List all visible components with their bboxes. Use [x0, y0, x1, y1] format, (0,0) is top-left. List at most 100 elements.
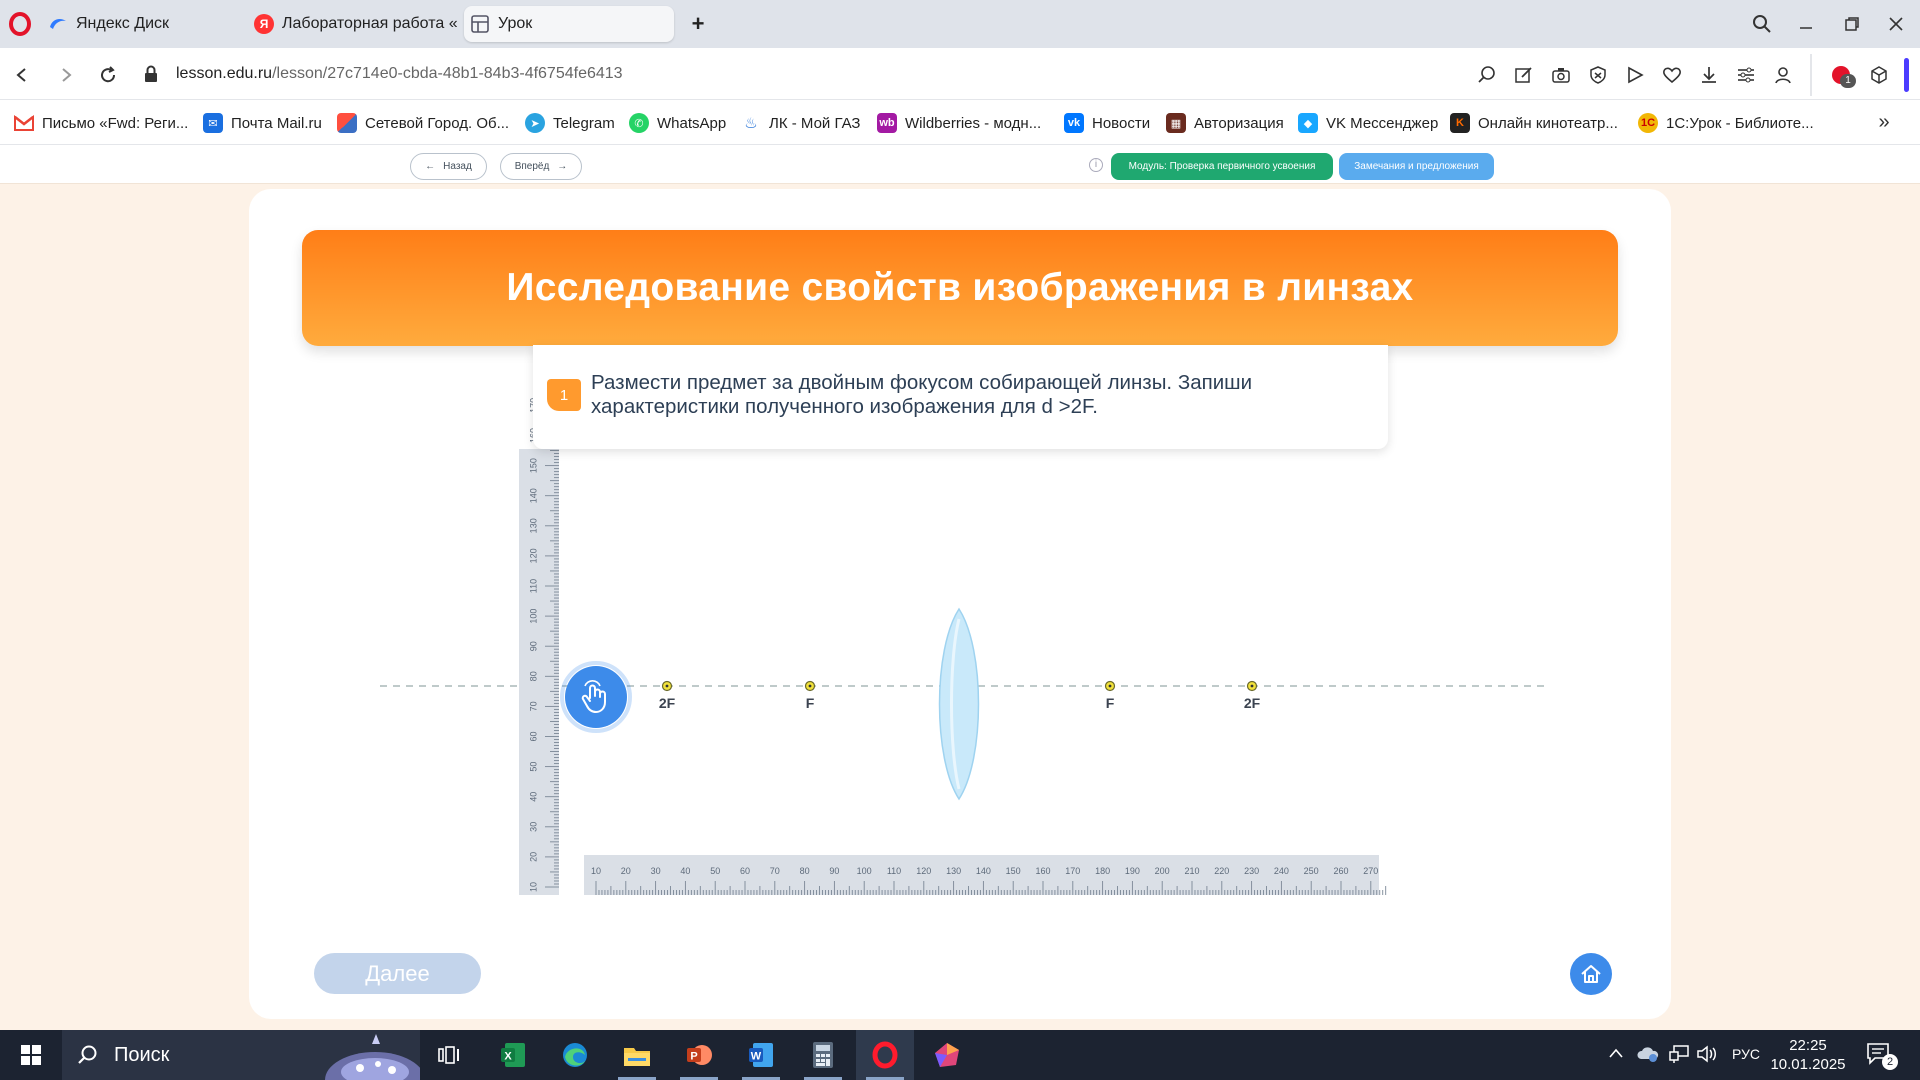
search-highlight-illustration-icon — [325, 1034, 420, 1080]
network-icon[interactable] — [1668, 1044, 1690, 1068]
bookmark-1c-lesson[interactable]: 1С 1С:Урок - Библиоте... — [1638, 111, 1814, 135]
heart-icon[interactable] — [1659, 62, 1685, 88]
bookmark-label: Telegram — [553, 114, 615, 132]
ruler-v-label: 110 — [528, 579, 538, 593]
address-bar: lesson.edu.ru/lesson/27c714e0-cbda-48b1-… — [0, 50, 1920, 100]
arrow-right-icon: → — [557, 161, 568, 172]
search-tabs-icon[interactable] — [1744, 8, 1780, 40]
lock-icon[interactable] — [144, 65, 162, 85]
ruler-h-label: 150 — [1006, 866, 1021, 876]
bookmarks-overflow-icon[interactable]: » — [1872, 111, 1896, 135]
sidebar-toggle[interactable] — [1904, 58, 1909, 92]
back-button[interactable]: ← Назад — [410, 153, 487, 180]
module-badge[interactable]: Модуль: Проверка первичного усвоения — [1111, 153, 1333, 180]
bookmark-kinopoisk[interactable]: K Онлайн кинотеатр... — [1450, 111, 1618, 135]
opera-taskbar-icon[interactable] — [856, 1030, 914, 1080]
bookmark-wildberries[interactable]: wb Wildberries - модн... — [877, 111, 1041, 135]
extensions-cube-icon[interactable] — [1866, 62, 1892, 88]
edit-icon[interactable] — [1511, 62, 1537, 88]
bookmark-whatsapp[interactable]: ✆ WhatsApp — [629, 111, 726, 135]
calculator-icon[interactable] — [794, 1030, 852, 1080]
bookmark-telegram[interactable]: ➤ Telegram — [525, 111, 615, 135]
next-button[interactable]: Далее — [314, 953, 481, 994]
ruler-v-label: 30 — [528, 822, 538, 832]
object-drag-handle[interactable] — [560, 661, 632, 733]
close-window-icon[interactable] — [1878, 8, 1914, 40]
opera-logo-icon[interactable] — [8, 12, 32, 36]
tab-lesson[interactable]: Урок — [464, 6, 674, 42]
edge-icon[interactable] — [546, 1030, 604, 1080]
horizontal-ruler[interactable]: 10 20 30 40 50 60 70 80 90 100 110 120 130 140 150 160 1… — [584, 855, 1387, 895]
easy-setup-icon[interactable] — [1733, 62, 1759, 88]
forward-button[interactable]: Вперёд → — [500, 153, 582, 180]
focal-point-center — [1250, 684, 1254, 688]
tab-lab-work[interactable]: Я Лабораторная работа «И — [254, 6, 458, 42]
gmail-icon — [14, 113, 34, 133]
extension-icon[interactable]: 1 — [1826, 62, 1856, 88]
ad-block-icon[interactable] — [1585, 62, 1611, 88]
profile-icon[interactable] — [1770, 62, 1796, 88]
windows-start-icon[interactable] — [2, 1030, 60, 1080]
taskbar-search-box[interactable]: Поиск — [62, 1030, 420, 1080]
tab-yandex-disk[interactable]: Яндекс Диск — [44, 6, 244, 42]
back-label: Назад — [443, 161, 472, 172]
ruler-v-label: 80 — [528, 671, 538, 681]
keyboard-language[interactable]: РУС — [1732, 1046, 1760, 1062]
vertical-ruler[interactable]: 1020304050607080901001101201301401501601… — [519, 389, 559, 895]
ruler-h-label: 70 — [770, 866, 780, 876]
notifications-count: 2 — [1882, 1054, 1898, 1070]
bookmark-label: ЛК - Мой ГАЗ — [769, 114, 861, 132]
volume-icon[interactable] — [1696, 1044, 1718, 1068]
bookmark-label: Сетевой Город. Об... — [365, 114, 510, 132]
bookmark-label: WhatsApp — [657, 114, 727, 132]
camera-icon[interactable] — [1548, 62, 1574, 88]
bookmark-auth[interactable]: ▦ Авторизация — [1166, 111, 1284, 135]
focal-point-label: 2F — [1244, 695, 1261, 711]
focal-point-label: F — [806, 695, 815, 711]
bookmark-school-portal[interactable]: Сетевой Город. Об... — [337, 111, 509, 135]
back-arrow-icon[interactable] — [6, 59, 38, 91]
1c-icon: 1С — [1638, 113, 1658, 133]
forward-arrow-icon[interactable] — [50, 59, 82, 91]
task-instruction: Размести предмет за двойным фокусом соби… — [591, 371, 1253, 418]
clock-date: 10.01.2025 — [1770, 1056, 1846, 1073]
bookmark-vk-news[interactable]: vk Новости — [1064, 111, 1150, 135]
url-field[interactable]: lesson.edu.ru/lesson/27c714e0-cbda-48b1-… — [176, 65, 623, 83]
crystal-app-icon[interactable] — [918, 1030, 976, 1080]
ruler-h-label: 140 — [976, 866, 991, 876]
restore-icon[interactable] — [1834, 8, 1870, 40]
bookmark-my-gas[interactable]: ♨ ЛК - Мой ГАЗ — [741, 111, 860, 135]
minimize-icon[interactable] — [1788, 8, 1824, 40]
bookmark-vk-messenger[interactable]: ◆ VK Мессенджер — [1298, 111, 1438, 135]
wildberries-icon: wb — [877, 113, 897, 133]
task-view-icon[interactable] — [420, 1030, 478, 1080]
home-button[interactable] — [1570, 953, 1612, 995]
feedback-button[interactable]: Замечания и предложения — [1339, 153, 1494, 180]
reload-icon[interactable] — [92, 59, 124, 91]
lens-search-icon[interactable] — [1474, 62, 1500, 88]
ruler-v-label: 140 — [528, 488, 538, 503]
bookmark-gmail[interactable]: Письмо «Fwd: Реги... — [14, 111, 188, 135]
flow-send-icon[interactable] — [1622, 62, 1648, 88]
info-icon[interactable]: i — [1089, 158, 1103, 172]
ruler-h-label: 210 — [1184, 866, 1199, 876]
clock[interactable]: 22:25 10.01.2025 — [1768, 1036, 1848, 1074]
bookmark-mail-ru[interactable]: ✉ Почта Mail.ru — [203, 111, 322, 135]
vk-icon: vk — [1064, 113, 1084, 133]
new-tab-button[interactable]: + — [684, 10, 712, 38]
word-icon[interactable]: W — [732, 1030, 790, 1080]
task-number-badge: 1 — [547, 379, 581, 411]
bookmark-label: Авторизация — [1194, 114, 1284, 132]
download-icon[interactable] — [1696, 62, 1722, 88]
powerpoint-icon[interactable]: P — [670, 1030, 728, 1080]
ruler-h-label: 170 — [1065, 866, 1080, 876]
excel-icon[interactable]: X — [484, 1030, 542, 1080]
kinopoisk-icon: K — [1450, 113, 1470, 133]
onedrive-sync-icon[interactable] — [1636, 1044, 1660, 1068]
tab-label: Лабораторная работа «И — [282, 15, 458, 32]
tray-overflow-chevron-icon[interactable] — [1608, 1046, 1624, 1063]
notifications-icon[interactable]: 2 — [1866, 1042, 1898, 1070]
file-explorer-icon[interactable] — [608, 1030, 666, 1080]
ruler-h-label: 100 — [857, 866, 872, 876]
url-host: lesson.edu.ru — [176, 65, 273, 82]
